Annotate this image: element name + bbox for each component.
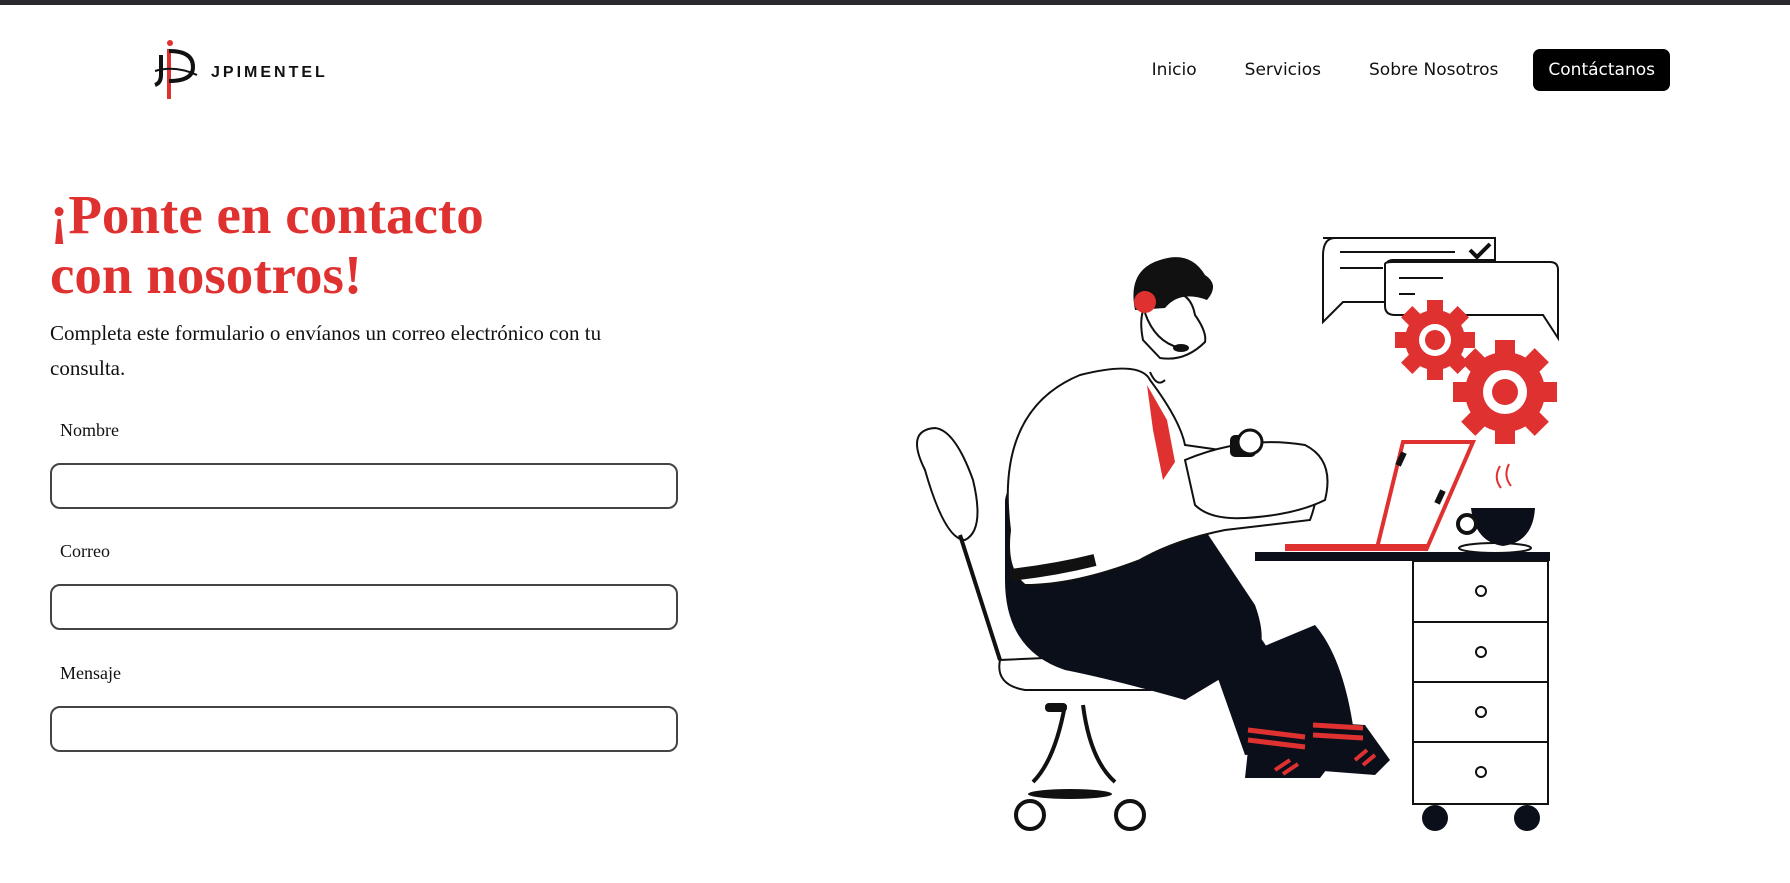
gear-small-icon [1395, 300, 1475, 380]
top-border [0, 0, 1790, 5]
main-nav: Inicio Servicios Sobre Nosotros Contácta… [1104, 49, 1670, 91]
logo-icon [153, 37, 201, 108]
page-title-line-1: ¡Ponte en contacto [50, 184, 484, 245]
nav-link-sobre-nosotros[interactable]: Sobre Nosotros [1369, 60, 1498, 80]
email-label: Correo [60, 541, 110, 561]
message-field[interactable] [50, 706, 678, 752]
support-agent-illustration [916, 237, 1559, 831]
page-subtitle: Completa este formulario o envíanos un c… [50, 321, 602, 380]
email-field[interactable] [50, 584, 678, 630]
nav-link-servicios[interactable]: Servicios [1245, 60, 1321, 80]
person-figure [1005, 257, 1390, 778]
page-title: ¡Ponte en contacto con nosotros! [50, 185, 670, 305]
name-label: Nombre [60, 420, 119, 440]
page-title-line-2: con nosotros! [50, 244, 363, 305]
contact-button[interactable]: Contáctanos [1533, 49, 1670, 91]
drawer-cabinet [1412, 560, 1549, 831]
gear-large-icon [1453, 340, 1557, 444]
nav-link-inicio[interactable]: Inicio [1152, 60, 1197, 80]
name-field[interactable] [50, 463, 678, 509]
coffee-cup-icon [1456, 508, 1535, 554]
brand-name: JPIMENTEL [211, 63, 328, 81]
brand-logo[interactable]: JPIMENTEL [153, 37, 328, 108]
message-label: Mensaje [60, 663, 121, 683]
